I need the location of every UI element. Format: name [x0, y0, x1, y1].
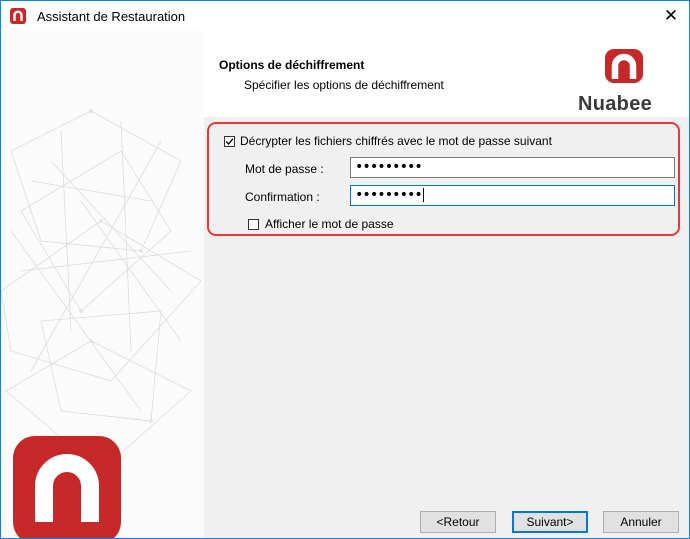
page-title: Options de déchiffrement — [219, 58, 365, 72]
password-value: ••••••••• — [355, 159, 423, 175]
close-button[interactable]: ✕ — [653, 1, 689, 31]
confirm-password-value: ••••••••• — [355, 187, 423, 203]
wizard-content: Décrypter les fichiers chiffrés avec le … — [204, 117, 689, 501]
close-icon: ✕ — [663, 6, 679, 25]
restore-wizard-window: Assistant de Restauration ✕ Options de d… — [0, 0, 690, 539]
text-caret — [422, 188, 424, 202]
check-icon — [225, 138, 234, 145]
cancel-button[interactable]: Annuler — [603, 511, 679, 533]
confirm-password-input[interactable]: ••••••••• — [350, 185, 675, 206]
next-button[interactable]: Suivant> — [512, 511, 588, 533]
brand-name: Nuabee — [578, 93, 653, 115]
wizard-header: Options de déchiffrement Spécifier les o… — [204, 31, 689, 117]
nuabee-app-icon — [10, 8, 26, 24]
page-subtitle: Spécifier les options de déchiffrement — [244, 78, 444, 92]
decrypt-checkbox[interactable] — [224, 136, 235, 147]
network-art-image — [1, 109, 202, 472]
side-panel — [1, 31, 204, 538]
window-title: Assistant de Restauration — [37, 9, 186, 24]
nuabee-logo-icon — [13, 436, 121, 538]
password-label: Mot de passe : — [245, 162, 324, 176]
confirm-label: Confirmation : — [245, 190, 320, 204]
decrypt-checkbox-label[interactable]: Décrypter les fichiers chiffrés avec le … — [240, 134, 552, 148]
show-password-label[interactable]: Afficher le mot de passe — [265, 217, 394, 231]
title-bar: Assistant de Restauration ✕ — [1, 1, 689, 31]
decrypt-options-group: Décrypter les fichiers chiffrés avec le … — [207, 122, 680, 236]
back-button[interactable]: <Retour — [420, 511, 496, 533]
password-input[interactable]: ••••••••• — [350, 157, 675, 178]
show-password-checkbox[interactable] — [248, 219, 259, 230]
wizard-footer: <Retour Suivant> Annuler — [204, 501, 689, 538]
